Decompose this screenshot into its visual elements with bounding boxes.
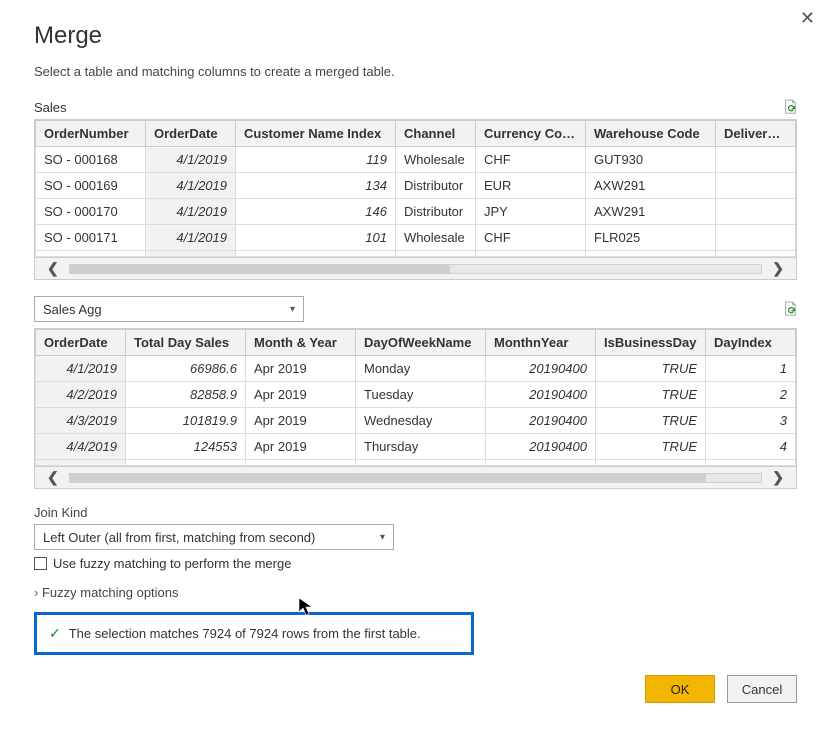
col-header[interactable]: Customer Name Index xyxy=(236,121,396,147)
cancel-button[interactable]: Cancel xyxy=(727,675,797,703)
join-kind-label: Join Kind xyxy=(34,505,797,520)
scroll-right-icon[interactable]: ❯ xyxy=(768,260,788,277)
h-scrollbar[interactable]: ❮ ❯ xyxy=(35,466,796,488)
match-status: ✓ The selection matches 7924 of 7924 row… xyxy=(34,612,474,655)
table-row[interactable]: 4/2/201982858.9Apr 2019Tuesday20190400TR… xyxy=(36,382,796,408)
fuzzy-matching-checkbox[interactable] xyxy=(34,557,47,570)
table-header-row: OrderNumber OrderDate Customer Name Inde… xyxy=(36,121,796,147)
scroll-right-icon[interactable]: ❯ xyxy=(768,469,788,486)
h-scrollbar[interactable]: ❮ ❯ xyxy=(35,257,796,279)
dialog-title: Merge xyxy=(34,22,797,50)
scroll-left-icon[interactable]: ❮ xyxy=(43,260,63,277)
col-header[interactable]: OrderDate xyxy=(36,330,126,356)
close-icon[interactable]: ✕ xyxy=(800,8,815,29)
refresh-preview-icon[interactable] xyxy=(783,99,797,115)
col-header[interactable]: Currency Code xyxy=(476,121,586,147)
dropdown-value: Sales Agg xyxy=(43,302,102,317)
join-kind-dropdown[interactable]: Left Outer (all from first, matching fro… xyxy=(34,524,394,550)
col-header[interactable]: Channel xyxy=(396,121,476,147)
dropdown-value: Left Outer (all from first, matching fro… xyxy=(43,530,315,545)
fuzzy-matching-label: Use fuzzy matching to perform the merge xyxy=(53,556,291,571)
ok-button[interactable]: OK xyxy=(645,675,715,703)
refresh-preview-icon[interactable] xyxy=(783,301,797,317)
col-header[interactable]: IsBusinessDay xyxy=(596,330,706,356)
table-row[interactable]: SO - 0001684/1/2019119WholesaleCHFGUT930 xyxy=(36,147,796,173)
table-row[interactable]: SO - 0001714/1/2019101WholesaleCHFFLR025 xyxy=(36,225,796,251)
check-icon: ✓ xyxy=(49,625,61,642)
col-header[interactable]: OrderDate xyxy=(146,121,236,147)
first-table-preview: OrderNumber OrderDate Customer Name Inde… xyxy=(34,119,797,280)
col-header[interactable]: Delivery R xyxy=(716,121,796,147)
merge-dialog: ✕ Merge Select a table and matching colu… xyxy=(0,0,831,729)
first-table-name: Sales xyxy=(34,100,67,115)
table-row[interactable] xyxy=(36,251,796,257)
chevron-down-icon: ▾ xyxy=(290,304,295,315)
scroll-left-icon[interactable]: ❮ xyxy=(43,469,63,486)
table-row[interactable]: SO - 0001704/1/2019146DistributorJPYAXW2… xyxy=(36,199,796,225)
table-row[interactable] xyxy=(36,460,796,466)
col-header[interactable]: Month & Year xyxy=(246,330,356,356)
dialog-subtitle: Select a table and matching columns to c… xyxy=(34,64,797,79)
second-table-dropdown[interactable]: Sales Agg ▾ xyxy=(34,296,304,322)
chevron-down-icon: ▾ xyxy=(380,532,385,543)
col-header[interactable]: DayIndex xyxy=(706,330,796,356)
table-row[interactable]: SO - 0001694/1/2019134DistributorEURAXW2… xyxy=(36,173,796,199)
col-header[interactable]: Warehouse Code xyxy=(586,121,716,147)
table-row[interactable]: 4/3/2019101819.9Apr 2019Wednesday2019040… xyxy=(36,408,796,434)
table-header-row: OrderDate Total Day Sales Month & Year D… xyxy=(36,330,796,356)
col-header[interactable]: Total Day Sales xyxy=(126,330,246,356)
fuzzy-options-expander[interactable]: Fuzzy matching options xyxy=(34,585,797,600)
col-header[interactable]: MonthnYear xyxy=(486,330,596,356)
table-row[interactable]: 4/4/2019124553Apr 2019Thursday20190400TR… xyxy=(36,434,796,460)
match-status-text: The selection matches 7924 of 7924 rows … xyxy=(69,626,421,641)
col-header[interactable]: OrderNumber xyxy=(36,121,146,147)
col-header[interactable]: DayOfWeekName xyxy=(356,330,486,356)
second-table-preview: OrderDate Total Day Sales Month & Year D… xyxy=(34,328,797,489)
table-row[interactable]: 4/1/201966986.6Apr 2019Monday20190400TRU… xyxy=(36,356,796,382)
